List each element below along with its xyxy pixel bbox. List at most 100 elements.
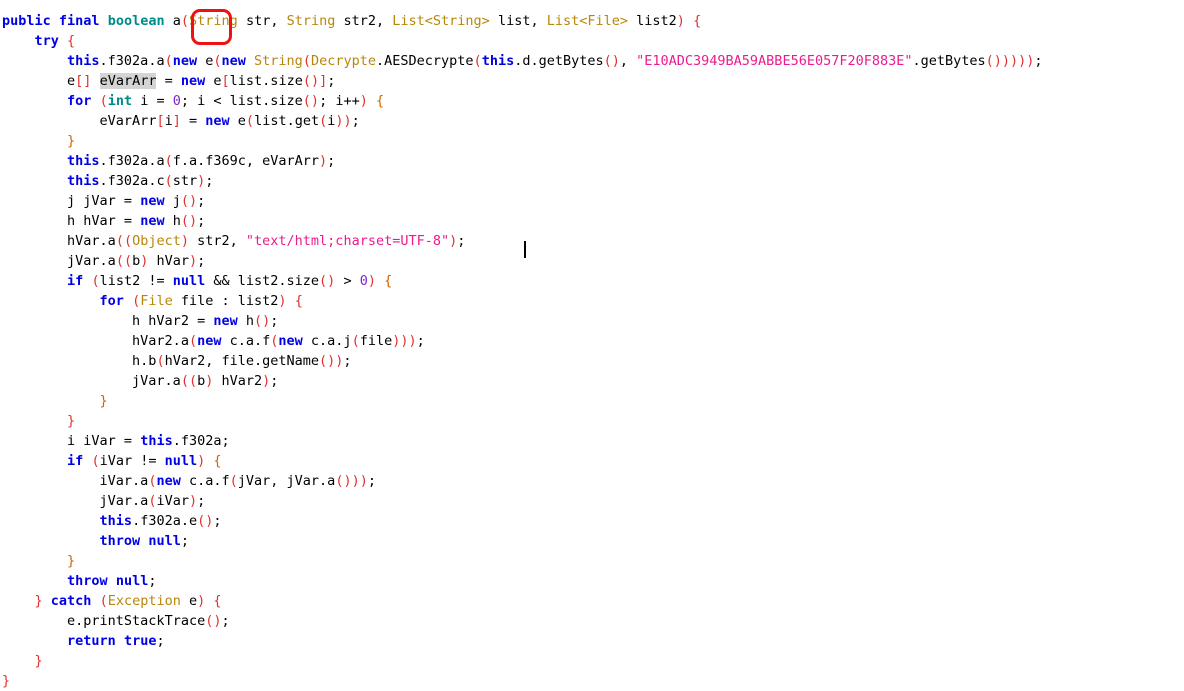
code-line-33[interactable]: } xyxy=(0,651,1184,671)
arg-str: str xyxy=(172,173,198,189)
paren-pair: () xyxy=(319,273,336,289)
code-line-16[interactable]: h hVar2 = new h(); xyxy=(0,311,1184,331)
code-editor-viewport[interactable]: public final boolean a(String str, Strin… xyxy=(0,0,1184,691)
code-line-11[interactable]: h hVar = new h(); xyxy=(0,211,1184,231)
code-line-9[interactable]: this.f302a.c(str); xyxy=(0,171,1184,191)
paren-pair: () xyxy=(205,613,222,629)
code-line-4[interactable]: e[] eVarArr = new e[list.size()]; xyxy=(0,71,1184,91)
type-object: Object xyxy=(132,233,181,249)
code-line-24[interactable]: iVar.a(new c.a.f(jVar, jVar.a())); xyxy=(0,471,1184,491)
code-line-13[interactable]: jVar.a((b) hVar); xyxy=(0,251,1184,271)
keyword-throw: throw xyxy=(67,573,108,589)
code-line-22[interactable]: i iVar = this.f302a; xyxy=(0,431,1184,451)
identifier-evararr-highlighted[interactable]: eVarArr xyxy=(99,73,157,89)
code-line-2[interactable]: try { xyxy=(0,31,1184,51)
semicolon: ; xyxy=(327,153,336,169)
paren-open: ( xyxy=(180,13,190,29)
keyword-true: true xyxy=(123,633,157,649)
bracket-open: [ xyxy=(156,113,165,129)
code-line-6[interactable]: eVarArr[i] = new e(list.get(i)); xyxy=(0,111,1184,131)
code-line-19[interactable]: jVar.a((b) hVar2); xyxy=(0,371,1184,391)
semicolon: ; xyxy=(197,213,206,229)
keyword-for: for xyxy=(99,293,124,309)
arg-hvar: hVar xyxy=(148,253,189,269)
paren-pair: () xyxy=(253,313,271,329)
semicolon: ; xyxy=(221,613,230,629)
brace-close: } xyxy=(67,413,76,429)
semicolon: ; xyxy=(180,533,189,549)
brace-open: { xyxy=(294,293,303,309)
code-line-20[interactable]: } xyxy=(0,391,1184,411)
arg-str2: str2, xyxy=(189,233,246,249)
paren-open: ( xyxy=(245,113,255,129)
catch-var-e: e xyxy=(180,593,198,609)
type-string: String xyxy=(286,13,336,29)
ctor-c-a-f: c.a.f xyxy=(180,473,230,489)
semicolon: ; xyxy=(197,253,206,269)
cond-ivar: iVar != xyxy=(99,453,165,469)
semicolon: ; xyxy=(197,193,206,209)
keyword-throw: throw xyxy=(99,533,141,549)
semicolon: ; xyxy=(1034,53,1043,69)
arg-hvar2-filename: hVar2, file.getName xyxy=(164,353,320,369)
keyword-new: new xyxy=(172,53,198,69)
bracket-close: ] xyxy=(172,113,181,129)
keyword-new: new xyxy=(221,53,246,69)
code-line-15[interactable]: for (File file : list2) { xyxy=(0,291,1184,311)
keyword-new: new xyxy=(140,213,165,229)
code-line-7[interactable]: } xyxy=(0,131,1184,151)
code-line-10[interactable]: j jVar = new j(); xyxy=(0,191,1184,211)
array-alloc: e xyxy=(205,73,222,89)
arg-hvar2: hVar2 xyxy=(213,373,263,389)
keyword-this: this xyxy=(481,53,515,69)
code-line-29[interactable]: throw null; xyxy=(0,571,1184,591)
call-f302a-e: .f302a.e xyxy=(132,513,198,529)
code-line-30[interactable]: } catch (Exception e) { xyxy=(0,591,1184,611)
param-str2: str2, xyxy=(335,13,393,29)
paren-open: ( xyxy=(132,293,141,309)
method-name-a: a xyxy=(172,13,181,29)
code-line-14[interactable]: if (list2 != null && list2.size() > 0) { xyxy=(0,271,1184,291)
code-line-28[interactable]: } xyxy=(0,551,1184,571)
code-line-5[interactable]: for (int i = 0; i < list.size(); i++) { xyxy=(0,91,1184,111)
code-line-18[interactable]: h.b(hVar2, file.getName()); xyxy=(0,351,1184,371)
paren-pair: () xyxy=(180,213,198,229)
paren-close: ) xyxy=(197,593,206,609)
paren-open: ( xyxy=(156,353,165,369)
args-jvar: jVar, jVar.a xyxy=(237,473,336,489)
type-string: String xyxy=(254,53,303,69)
code-line-1[interactable]: public final boolean a(String str, Strin… xyxy=(0,11,1184,31)
semicolon: ; xyxy=(416,333,425,349)
arg-f-a-f369c: f.a.f369c, eVarArr xyxy=(172,153,320,169)
loop-var-file: file : list2 xyxy=(172,293,279,309)
code-line-27[interactable]: throw null; xyxy=(0,531,1184,551)
code-line-12[interactable]: hVar.a((Object) str2, "text/html;charset… xyxy=(0,231,1184,251)
code-line-31[interactable]: e.printStackTrace(); xyxy=(0,611,1184,631)
loop-cond: ; i < list.size xyxy=(180,93,303,109)
code-line-23[interactable]: if (iVar != null) { xyxy=(0,451,1184,471)
semicolon: ; xyxy=(327,73,336,89)
paren-open: ( xyxy=(99,593,108,609)
paren-open: ( xyxy=(91,273,100,289)
keyword-new: new xyxy=(197,333,222,349)
ctor-h: h xyxy=(164,213,181,229)
type-int: int xyxy=(107,93,133,109)
paren-close-group: )) xyxy=(335,113,352,129)
list-size: list.size xyxy=(229,73,303,89)
semicolon: ; xyxy=(156,633,165,649)
method-aesdecrypte: .AESDecrypte xyxy=(376,53,474,69)
code-line-32[interactable]: return true; xyxy=(0,631,1184,651)
keyword-new: new xyxy=(180,73,206,89)
code-line-3[interactable]: this.f302a.a(new e(new String(Decrypte.A… xyxy=(0,51,1184,71)
code-line-17[interactable]: hVar2.a(new c.a.f(new c.a.j(file))); xyxy=(0,331,1184,351)
code-line-8[interactable]: this.f302a.a(f.a.f369c, eVarArr); xyxy=(0,151,1184,171)
semicolon: ; xyxy=(148,573,157,589)
code-line-21[interactable]: } xyxy=(0,411,1184,431)
paren-close: ) xyxy=(676,13,685,29)
code-line-25[interactable]: jVar.a(iVar); xyxy=(0,491,1184,511)
code-line-26[interactable]: this.f302a.e(); xyxy=(0,511,1184,531)
brace-open: { xyxy=(67,33,76,49)
paren-open: ( xyxy=(164,53,173,69)
loop-incr: ; i++ xyxy=(319,93,360,109)
code-line-34[interactable]: } xyxy=(0,671,1184,691)
